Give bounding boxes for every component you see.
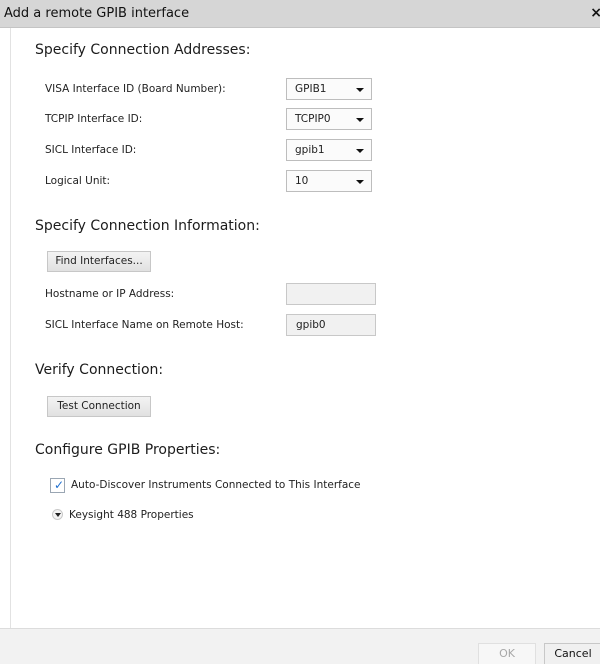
chevron-down-icon <box>356 149 364 153</box>
logical-unit-value: 10 <box>295 175 309 187</box>
dialog-titlebar: Add a remote GPIB interface × <box>0 0 600 28</box>
section-heading-addresses: Specify Connection Addresses: <box>35 42 251 58</box>
sicl-interface-select[interactable]: gpib1 <box>286 139 372 161</box>
test-connection-button[interactable]: Test Connection <box>47 396 151 417</box>
keysight-488-label[interactable]: Keysight 488 Properties <box>69 509 194 521</box>
sicl-interface-label: SICL Interface ID: <box>45 144 137 156</box>
tcpip-interface-value: TCPIP0 <box>295 113 331 125</box>
close-icon[interactable]: × <box>590 5 600 21</box>
remote-sicl-name-value: gpib0 <box>296 319 326 331</box>
tcpip-interface-label: TCPIP Interface ID: <box>45 113 143 125</box>
auto-discover-label: Auto-Discover Instruments Connected to T… <box>71 479 361 491</box>
keysight-488-expander[interactable] <box>52 509 63 520</box>
chevron-down-icon <box>356 88 364 92</box>
sicl-interface-value: gpib1 <box>295 144 325 156</box>
find-interfaces-button[interactable]: Find Interfaces... <box>47 251 151 272</box>
section-heading-information: Specify Connection Information: <box>35 218 260 234</box>
visa-interface-value: GPIB1 <box>295 83 327 95</box>
ok-button[interactable]: OK <box>478 643 536 664</box>
hostname-input[interactable] <box>286 283 376 305</box>
section-heading-gpib: Configure GPIB Properties: <box>35 442 221 458</box>
dialog-title: Add a remote GPIB interface <box>4 6 190 21</box>
section-heading-verify: Verify Connection: <box>35 362 164 378</box>
remote-sicl-name-input[interactable]: gpib0 <box>286 314 376 336</box>
chevron-down-icon <box>356 180 364 184</box>
remote-sicl-name-label: SICL Interface Name on Remote Host: <box>45 319 244 331</box>
hostname-label: Hostname or IP Address: <box>45 288 175 300</box>
logical-unit-select[interactable]: 10 <box>286 170 372 192</box>
dialog-body: Specify Connection Addresses: VISA Inter… <box>10 28 600 628</box>
chevron-down-icon <box>356 118 364 122</box>
logical-unit-label: Logical Unit: <box>45 175 111 187</box>
visa-interface-label: VISA Interface ID (Board Number): <box>45 83 226 95</box>
dialog-footer: OK Cancel <box>0 628 600 664</box>
auto-discover-checkbox[interactable]: ✓ <box>50 478 65 493</box>
visa-interface-select[interactable]: GPIB1 <box>286 78 372 100</box>
cancel-button[interactable]: Cancel <box>544 643 600 664</box>
chevron-down-icon <box>55 513 61 517</box>
tcpip-interface-select[interactable]: TCPIP0 <box>286 108 372 130</box>
check-icon: ✓ <box>54 478 65 492</box>
